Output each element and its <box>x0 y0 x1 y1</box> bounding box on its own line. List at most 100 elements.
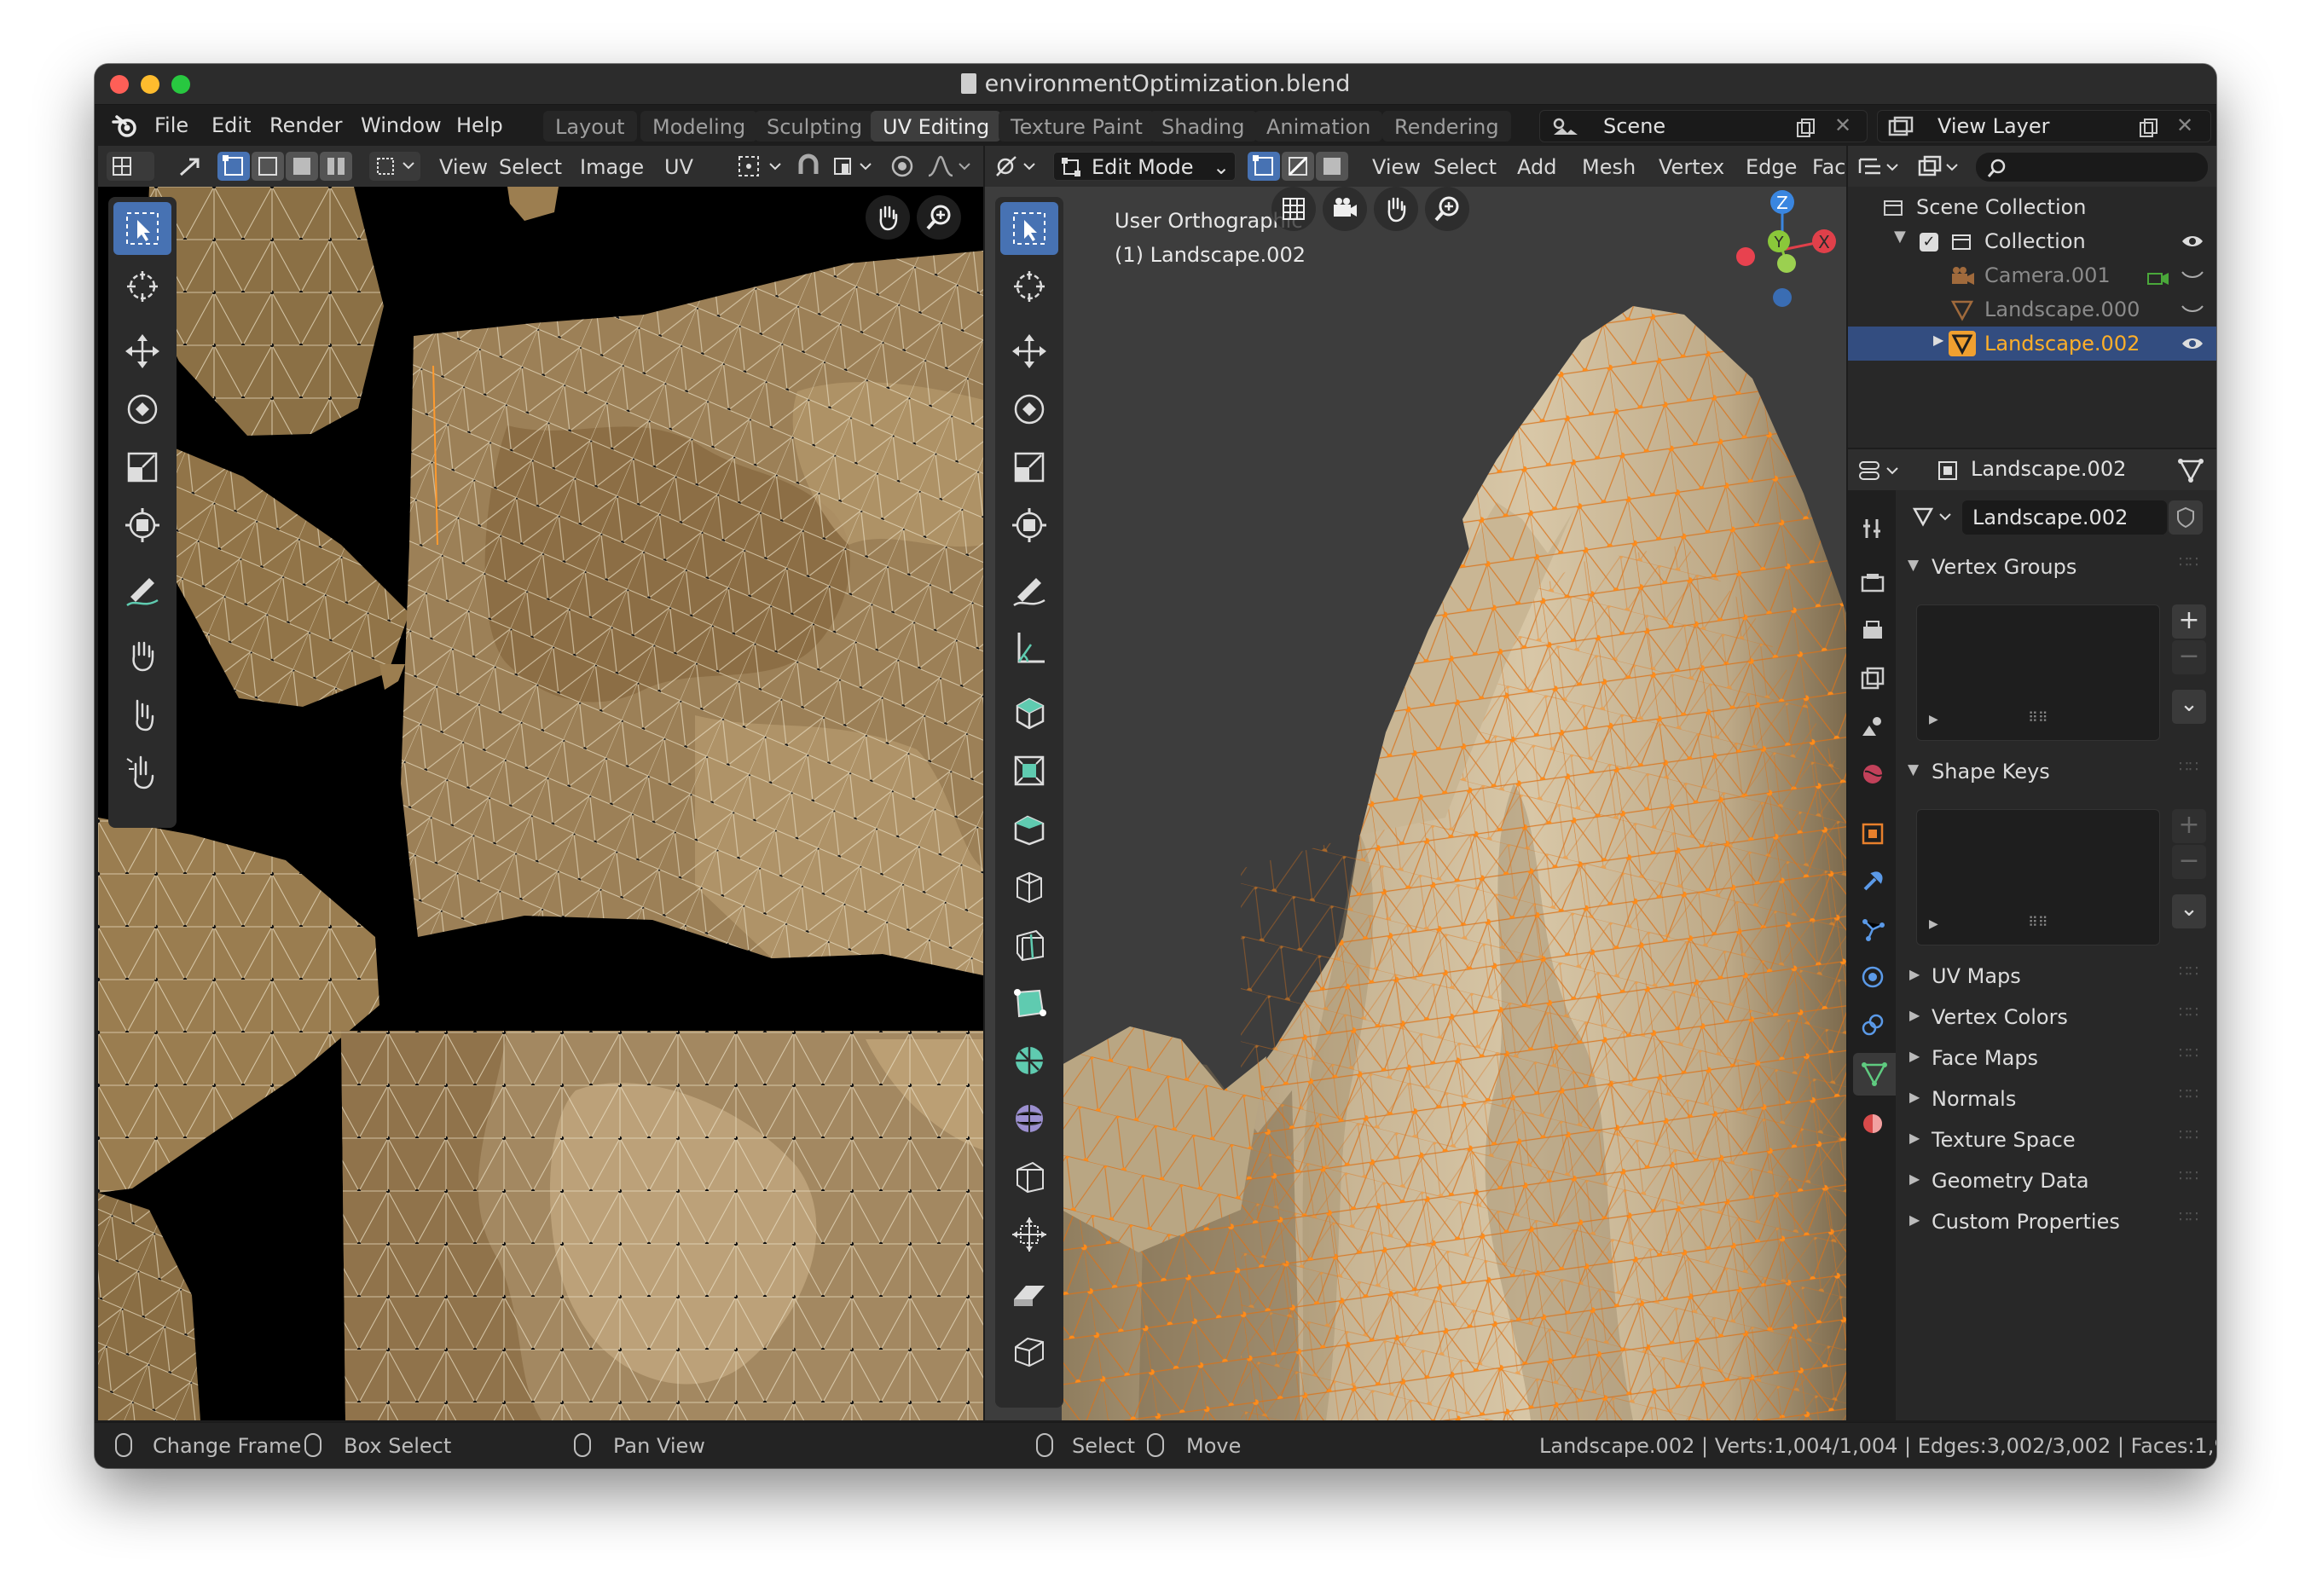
sync-selection-icon[interactable] <box>177 154 202 180</box>
panel-vertex-groups[interactable]: ▼ Vertex Groups ∷∷ <box>1897 550 2210 587</box>
uv-menu-uv[interactable]: UV <box>664 155 693 179</box>
list-resize-handle-icon[interactable]: ⠿⠿ <box>2028 709 2047 726</box>
viewport-menu-select[interactable]: Select <box>1434 155 1497 179</box>
uv-tool-transform[interactable] <box>113 499 171 552</box>
tool-poly-build[interactable] <box>1000 976 1058 1029</box>
tool-spin[interactable] <box>1000 1034 1058 1087</box>
object-tab-icon[interactable] <box>1860 821 1885 847</box>
drag-handle-icon[interactable]: ∷∷ <box>2179 1003 2198 1021</box>
uv-tool-rotate[interactable] <box>113 383 171 436</box>
tab-rendering[interactable]: Rendering <box>1382 111 1511 142</box>
shape-keys-list[interactable]: ▶ ⠿⠿ <box>1916 809 2160 945</box>
outliner-collection[interactable]: ▼ ✓ Collection <box>1848 224 2216 258</box>
tab-layout[interactable]: Layout <box>543 111 637 142</box>
uv-menu-image[interactable]: Image <box>580 155 644 179</box>
tool-select-box[interactable] <box>1000 202 1058 255</box>
view-layer-tab-icon[interactable] <box>1860 666 1885 691</box>
viewport-menu-edge[interactable]: Edge <box>1746 155 1797 179</box>
visibility-eye-icon[interactable] <box>2181 335 2204 352</box>
tool-shear[interactable] <box>1000 1266 1058 1319</box>
delete-scene-icon[interactable]: ✕ <box>1834 113 1851 137</box>
pan-view-button[interactable] <box>1374 187 1418 231</box>
material-tab-icon[interactable] <box>1860 1111 1885 1136</box>
expand-collection-icon[interactable]: ▼ <box>1894 228 1906 246</box>
uv-tool-move[interactable] <box>113 325 171 378</box>
uv-menu-view[interactable]: View <box>439 155 488 179</box>
output-tab-icon[interactable] <box>1860 618 1885 644</box>
uv-tool-select-box[interactable] <box>113 202 171 255</box>
edge-select-mode-button[interactable] <box>252 152 284 181</box>
visibility-eye-icon[interactable] <box>2181 233 2204 250</box>
scene-tab-icon[interactable] <box>1860 714 1885 739</box>
menu-render[interactable]: Render <box>269 113 342 137</box>
list-resize-handle-icon[interactable]: ⠿⠿ <box>2028 914 2047 930</box>
mesh-browse-icon[interactable] <box>1911 506 1959 529</box>
panel-custom-properties[interactable]: ▶ Custom Properties ∷∷ <box>1897 1205 2210 1242</box>
tab-sculpting[interactable]: Sculpting <box>755 111 875 142</box>
toggle-camera-view-button[interactable] <box>1323 187 1367 231</box>
viewport-menu-add[interactable]: Add <box>1517 155 1556 179</box>
panel-texture-space[interactable]: ▶ Texture Space ∷∷ <box>1897 1123 2210 1160</box>
tool-add-cube[interactable] <box>1000 686 1058 739</box>
uv-zoom-view-button[interactable] <box>917 195 961 240</box>
drag-handle-icon[interactable]: ∷∷ <box>2179 758 2198 776</box>
editor-type-button[interactable] <box>107 152 154 181</box>
tab-animation[interactable]: Animation <box>1254 111 1383 142</box>
viewport-menu-view[interactable]: View <box>1372 155 1421 179</box>
menu-edit[interactable]: Edit <box>211 113 251 137</box>
new-view-layer-icon[interactable] <box>2139 118 2159 138</box>
uv-tool-cursor[interactable] <box>113 260 171 313</box>
menu-window[interactable]: Window <box>361 113 442 137</box>
drag-handle-icon[interactable]: ∷∷ <box>2179 1126 2198 1144</box>
collection-checkbox[interactable]: ✓ <box>1920 233 1938 252</box>
tool-smooth[interactable] <box>1000 1092 1058 1145</box>
viewport-menu-mesh[interactable]: Mesh <box>1582 155 1636 179</box>
outliner-item-camera[interactable]: Camera.001 <box>1848 258 2216 292</box>
panel-normals[interactable]: ▶ Normals ∷∷ <box>1897 1082 2210 1119</box>
tool-shrink-fatten[interactable] <box>1000 1208 1058 1261</box>
uv-menu-select[interactable]: Select <box>499 155 562 179</box>
tool-bevel[interactable] <box>1000 860 1058 913</box>
add-shape-key-button[interactable]: + <box>2172 809 2206 843</box>
panel-shape-keys[interactable]: ▼ Shape Keys ∷∷ <box>1897 755 2210 792</box>
particles-tab-icon[interactable] <box>1860 917 1885 942</box>
world-tab-icon[interactable] <box>1860 761 1885 787</box>
tool-loop-cut[interactable] <box>1000 918 1058 971</box>
viewport-menu-vertex[interactable]: Vertex <box>1659 155 1724 179</box>
zoom-view-button[interactable] <box>1425 187 1469 231</box>
expand-object-icon[interactable]: ▶ <box>1933 332 1943 348</box>
snap-target-icon[interactable] <box>831 153 877 179</box>
constraints-tab-icon[interactable] <box>1860 1012 1885 1038</box>
navigation-gizmo[interactable]: Z X Y <box>1718 187 1846 323</box>
delete-view-layer-icon[interactable]: ✕ <box>2176 113 2193 137</box>
outliner-editor-icon[interactable] <box>1856 154 1908 180</box>
uv-tool-scale[interactable] <box>113 441 171 494</box>
remove-shape-key-button[interactable]: − <box>2172 845 2206 879</box>
face-select-mode-button[interactable] <box>286 152 318 181</box>
new-scene-icon[interactable] <box>1796 118 1816 138</box>
uv-tool-grab[interactable] <box>113 628 171 681</box>
modifiers-tab-icon[interactable] <box>1860 869 1885 894</box>
hidden-eye-icon[interactable] <box>2181 269 2204 280</box>
tool-measure[interactable] <box>1000 622 1058 674</box>
panel-face-maps[interactable]: ▶ Face Maps ∷∷ <box>1897 1041 2210 1078</box>
mode-selector[interactable]: Edit Mode ⌄ <box>1053 152 1236 181</box>
uv-tool-relax[interactable] <box>113 686 171 739</box>
vertex-groups-list[interactable]: ▶ ⠿⠿ <box>1916 604 2160 741</box>
render-tab-icon[interactable] <box>1860 570 1885 596</box>
sticky-selection-button[interactable] <box>369 152 420 181</box>
drag-handle-icon[interactable]: ∷∷ <box>2179 553 2198 571</box>
tool-move[interactable] <box>1000 325 1058 378</box>
tool-scale[interactable] <box>1000 441 1058 494</box>
face-select-button[interactable] <box>1316 152 1348 181</box>
mesh-name-field[interactable]: Landscape.002 <box>1962 500 2167 535</box>
list-expand-icon[interactable]: ▶ <box>1929 917 1938 931</box>
hidden-eye-icon[interactable] <box>2181 303 2204 315</box>
tool-annotate[interactable] <box>1000 564 1058 616</box>
edge-select-button[interactable] <box>1282 152 1314 181</box>
properties-editor-icon[interactable] <box>1856 458 1908 483</box>
outliner-item-landscape-000[interactable]: Landscape.000 <box>1848 292 2216 327</box>
panel-geometry-data[interactable]: ▶ Geometry Data ∷∷ <box>1897 1164 2210 1201</box>
3d-viewport[interactable]: User Orthographic (1) Landscape.002 Z X … <box>985 187 1846 1420</box>
drag-handle-icon[interactable]: ∷∷ <box>2179 1085 2198 1103</box>
